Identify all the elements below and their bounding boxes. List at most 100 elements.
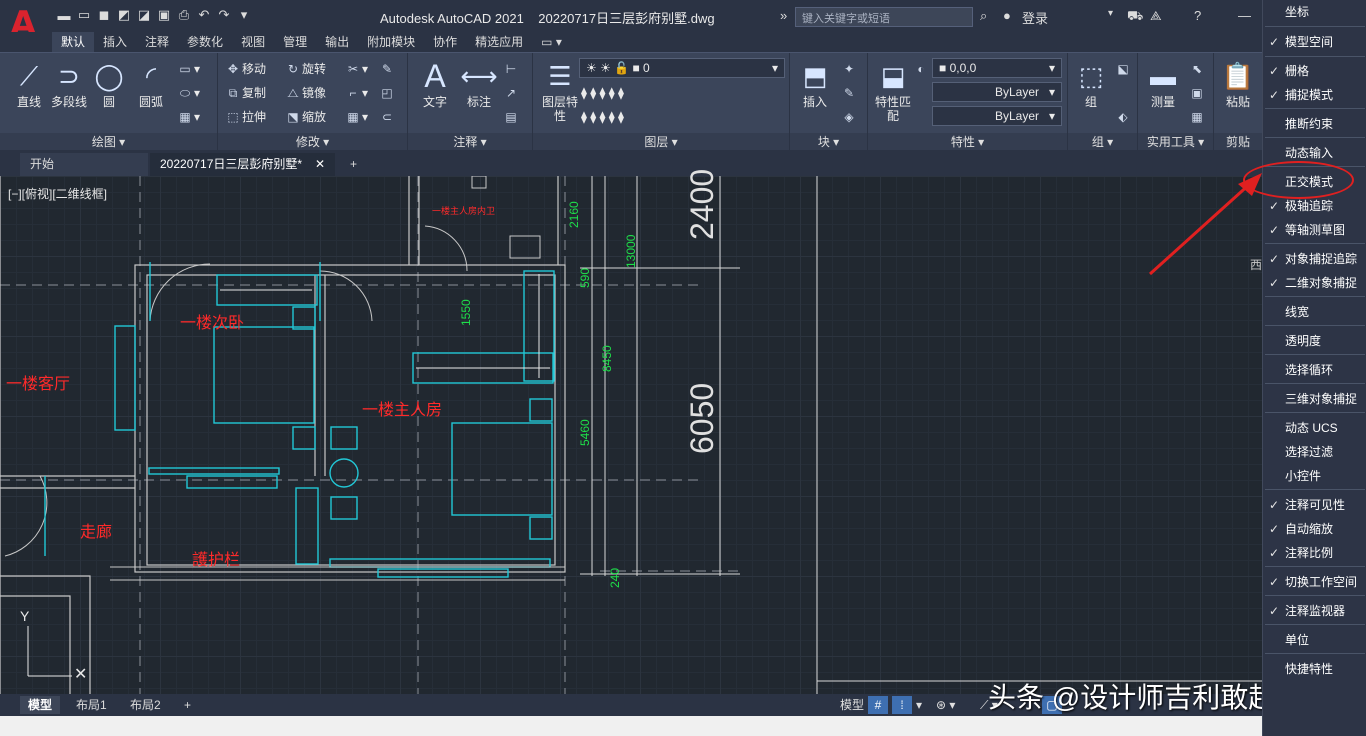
undo-icon[interactable]: ↶ — [196, 7, 212, 23]
rectangle-icon[interactable]: ▭ ▾ — [176, 59, 200, 79]
stretch-button[interactable]: ⬚ 拉伸 — [224, 107, 266, 127]
new-tab-icon[interactable]: + — [340, 153, 367, 176]
tab-drawing-file[interactable]: 20220717日三层彭府别墅* ✕ — [150, 153, 335, 176]
polar-tracking-icon[interactable]: ⊛ ▾ — [936, 696, 955, 714]
rotate-button[interactable]: ↻ 旋转 — [284, 59, 326, 79]
layer-tools-row2[interactable]: ⧫ ⧫ ⧫ ⧫ ⧫ — [581, 107, 624, 127]
viewport-controls[interactable]: [−][俯视][二维线框] — [8, 185, 107, 202]
tab-output[interactable]: 输出 — [316, 32, 358, 52]
erase-button[interactable]: ✎ — [378, 59, 396, 79]
save-as-icon[interactable]: ◩ — [116, 7, 132, 23]
color-dropdown[interactable]: ■ 0,0,0 ▾ — [932, 58, 1062, 78]
leader-icon[interactable]: ↗ — [502, 83, 520, 103]
login-button[interactable]: 登录 — [1022, 8, 1048, 27]
grid-toggle-icon[interactable]: # — [868, 696, 888, 714]
layer-dropdown[interactable]: ☀ ☀ 🔓 ■ 0 ▾ — [579, 58, 785, 78]
menu-item-selection-filter[interactable]: 选择过滤 — [1263, 440, 1366, 464]
menu-item-annotation-scale[interactable]: ✓ 注释比例 — [1263, 541, 1366, 565]
ellipse-icon[interactable]: ⬭ ▾ — [176, 83, 200, 103]
menu-item-gizmo[interactable]: 小控件 — [1263, 464, 1366, 488]
tab-collaborate[interactable]: 协作 — [424, 32, 466, 52]
tab-layout1[interactable]: 布局1 — [68, 696, 115, 714]
tab-default[interactable]: 默认 — [52, 32, 95, 52]
quick-select-icon[interactable]: ▣ — [1188, 83, 1206, 103]
block-attribute-icon[interactable]: ◈ — [840, 107, 858, 127]
edit-block-icon[interactable]: ✎ — [840, 83, 858, 103]
search-icon[interactable]: ⌕ — [980, 8, 987, 24]
modify-panel-title[interactable]: 修改 ▾ — [218, 133, 407, 151]
ribbon-minimize-toggle[interactable]: ▭ ▾ — [532, 32, 571, 52]
clipboard-panel-title[interactable]: 剪贴 — [1214, 133, 1262, 151]
cart-icon[interactable]: ⛟ — [1127, 8, 1143, 26]
move-button[interactable]: ✥ 移动 — [224, 59, 266, 79]
tab-model[interactable]: 模型 — [20, 696, 61, 714]
fillet-button[interactable]: ⌐ ▾ — [344, 83, 368, 103]
menu-item-isometric-drafting[interactable]: ✓ 等轴测草图 — [1263, 218, 1366, 242]
layers-panel-title[interactable]: 图层 ▾ — [533, 133, 789, 151]
dimension-button[interactable]: ⟷ 标注 — [456, 57, 502, 109]
menu-item-auto-scale[interactable]: ✓ 自动缩放 — [1263, 517, 1366, 541]
measure-button[interactable]: ▬ 测量 — [1140, 57, 1186, 109]
publish-icon[interactable]: ◪ — [136, 7, 152, 23]
model-space-toggle[interactable]: 模型 — [838, 696, 866, 714]
snap-toggle-icon[interactable]: ⁞ — [892, 696, 912, 714]
match-properties-button[interactable]: ⬓ 特性匹配 — [870, 57, 916, 123]
menu-item-units[interactable]: 单位 — [1263, 628, 1366, 652]
tab-annotate[interactable]: 注释 — [136, 32, 178, 52]
search-expand-icon[interactable]: » — [780, 8, 787, 23]
annotation-panel-title[interactable]: 注释 ▾ — [408, 133, 532, 151]
help-icon[interactable]: ? — [1194, 8, 1201, 23]
group-button[interactable]: ⬚ 组 — [1068, 57, 1114, 109]
linetype-dropdown[interactable]: ByLayer ▾ — [932, 82, 1062, 102]
menu-item-infer-constraints[interactable]: 推断约束 — [1263, 112, 1366, 136]
text-button[interactable]: A 文字 — [412, 57, 458, 109]
tab-parametric[interactable]: 参数化 — [178, 32, 232, 52]
menu-item-selection-cycling[interactable]: 选择循环 — [1263, 358, 1366, 382]
paste-button[interactable]: 📋 粘贴 — [1215, 57, 1261, 109]
new-file-icon[interactable]: ▬ — [56, 7, 72, 23]
block-panel-title[interactable]: 块 ▾ — [790, 133, 867, 151]
add-layout-icon[interactable]: + — [176, 696, 199, 714]
array-button[interactable]: ▦ ▾ — [344, 107, 368, 127]
save-icon[interactable]: ◼ — [96, 7, 112, 23]
customize-dropdown-icon[interactable]: ▾ — [236, 7, 252, 23]
menu-item-coordinates[interactable]: 坐标 — [1263, 0, 1366, 24]
ungroup-icon[interactable]: ⬕ — [1114, 59, 1132, 79]
menu-item-grid[interactable]: ✓ 栅格 — [1263, 59, 1366, 83]
group-select-icon[interactable]: ⬖ — [1114, 107, 1132, 127]
scale-button[interactable]: ⬔ 缩放 — [284, 107, 326, 127]
tab-addins[interactable]: 附加模块 — [358, 32, 424, 52]
tab-manage[interactable]: 管理 — [274, 32, 316, 52]
menu-item-annotation-monitor[interactable]: ✓ 注释监视器 — [1263, 599, 1366, 623]
properties-panel-title[interactable]: 特性 ▾ — [868, 133, 1067, 151]
tab-layout2[interactable]: 布局2 — [122, 696, 169, 714]
menu-item-object-snap-tracking[interactable]: ✓ 对象捕捉追踪 — [1263, 247, 1366, 271]
user-icon[interactable]: ● — [1003, 8, 1011, 23]
circle-button[interactable]: ◯ 圆 — [86, 57, 132, 109]
lineweight-dropdown[interactable]: ByLayer ▾ — [932, 106, 1062, 126]
arc-button[interactable]: ◜ 圆弧 — [128, 57, 174, 109]
menu-item-dynamic-ucs[interactable]: 动态 UCS — [1263, 416, 1366, 440]
copy-button[interactable]: ⧉ 复制 — [224, 83, 266, 103]
snap-dropdown-icon[interactable]: ▾ — [916, 696, 922, 714]
offset-button[interactable]: ⊂ — [378, 107, 396, 127]
tab-featured-apps[interactable]: 精选应用 — [466, 32, 532, 52]
hatch-icon[interactable]: ▦ ▾ — [176, 107, 200, 127]
open-file-icon[interactable]: ▭ — [76, 7, 92, 23]
select-icon[interactable]: ⬉ — [1188, 59, 1206, 79]
tab-start[interactable]: 开始 — [20, 153, 148, 176]
menu-item-quick-properties[interactable]: 快捷特性 — [1263, 657, 1366, 681]
groups-panel-title[interactable]: 组 ▾ — [1068, 133, 1137, 151]
menu-item-lineweight[interactable]: 线宽 — [1263, 300, 1366, 324]
redo-icon[interactable]: ↷ — [216, 7, 232, 23]
explode-button[interactable]: ◰ — [378, 83, 396, 103]
layer-properties-button[interactable]: ☰ 图层特性 — [537, 57, 583, 123]
mirror-button[interactable]: ⧍ 镜像 — [284, 83, 326, 103]
close-tab-icon[interactable]: ✕ — [315, 153, 325, 176]
linear-dim-icon[interactable]: ⊢ — [502, 59, 520, 79]
create-block-icon[interactable]: ✦ — [840, 59, 858, 79]
print-icon[interactable]: ⎙ — [176, 7, 192, 23]
minimize-icon[interactable]: — — [1238, 8, 1251, 23]
tab-insert[interactable]: 插入 — [94, 32, 136, 52]
trim-button[interactable]: ✂ ▾ — [344, 59, 368, 79]
